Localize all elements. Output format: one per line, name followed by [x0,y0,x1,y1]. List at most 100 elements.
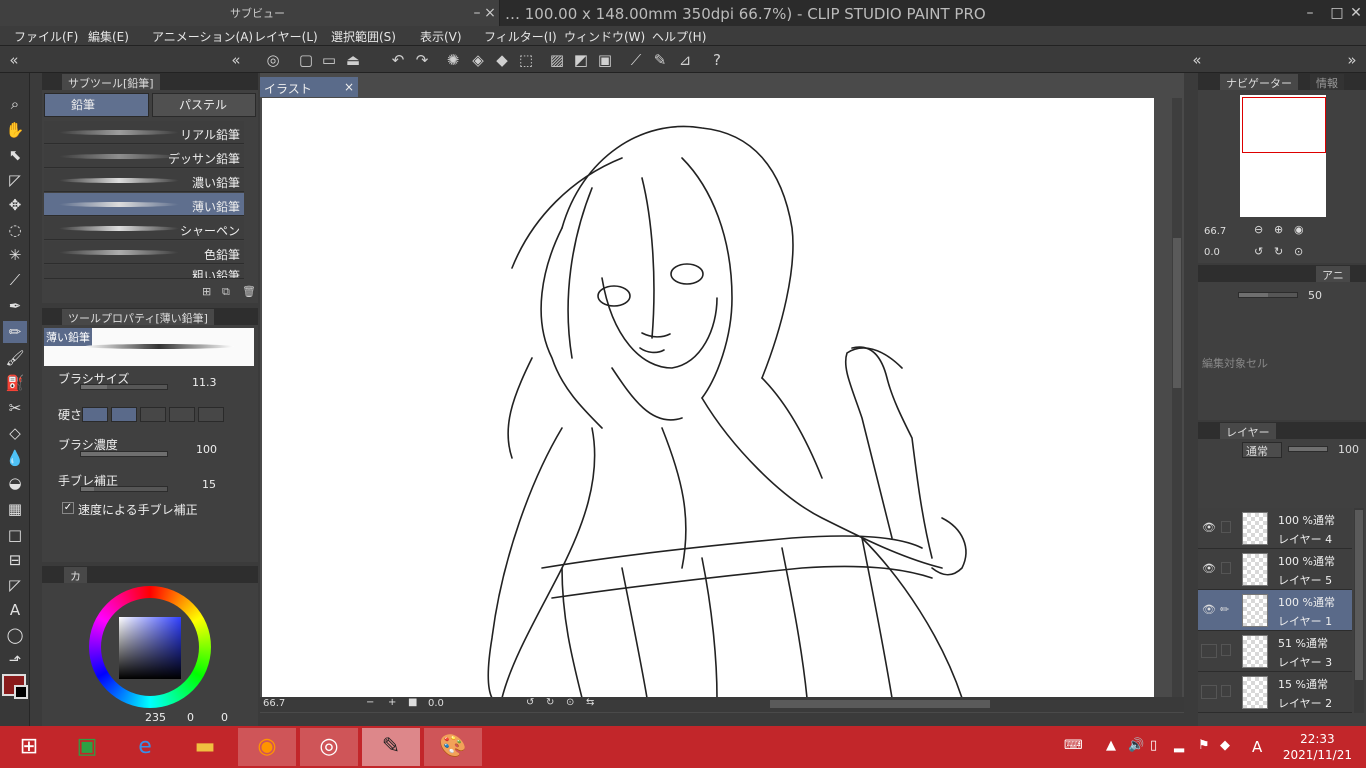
deselect-icon[interactable]: ▨ [547,50,567,70]
layerprop-opacity-value[interactable]: 50 [1308,289,1322,302]
zoom-out-icon[interactable]: − [366,697,374,708]
magic-wand-icon[interactable]: ✳ [3,244,27,266]
battery-icon[interactable]: ▯ [1150,738,1157,753]
nav-zoom-in-icon[interactable]: ⊕ [1274,223,1283,236]
menu-view[interactable]: 表示(V) [420,28,462,45]
ime-indicator[interactable]: A [1252,738,1262,756]
hardness-selector[interactable] [82,407,227,422]
category-pencil[interactable]: 鉛筆 [44,93,149,117]
brush-item[interactable]: シャーペン [44,217,244,240]
menu-help[interactable]: ヘルプ(H) [652,28,706,45]
firefox-icon[interactable]: ◉ [238,728,296,766]
sub-color-swatch[interactable] [14,685,28,699]
document-close-icon[interactable]: × [344,80,354,94]
nav-fit-icon[interactable]: ◉ [1294,223,1304,236]
help-icon[interactable]: ? [707,50,727,70]
menu-layer[interactable]: レイヤー(L) [254,28,318,45]
ruler-tool-icon[interactable]: ◸ [3,574,27,596]
animation-tab[interactable]: アニ [1316,266,1350,282]
layer-row[interactable]: 👁 100 %通常 レイヤー 4 [1198,508,1352,549]
new-file-icon[interactable]: ▢ [296,50,316,70]
nav-zoom-out-icon[interactable]: ⊖ [1254,223,1263,236]
collapse-left-icon[interactable]: « [4,50,24,70]
explorer-icon[interactable]: ▬ [176,728,234,766]
lasso-icon[interactable]: ◌ [3,219,27,241]
clip-studio-icon[interactable]: ◎ [263,50,283,70]
fill-icon[interactable]: ◆ [492,50,512,70]
text-tool-icon[interactable]: A [3,599,27,621]
subview-window[interactable]: サブビュー – × [0,0,500,26]
collapse-right-icon[interactable]: « [1187,50,1207,70]
subtool-copy-icon[interactable]: ⧉ [222,285,230,299]
visibility-box[interactable] [1201,685,1217,699]
blend-icon[interactable]: 💧 [3,447,27,469]
subtool-add-icon[interactable]: ⊞ [202,285,211,298]
paint-app-icon[interactable]: 🎨 [424,728,482,766]
save-icon[interactable]: ⏏ [343,50,363,70]
menu-window[interactable]: ウィンドウ(W) [564,28,645,45]
layerprop-opacity-slider[interactable] [1238,292,1298,298]
move-icon[interactable]: ✥ [3,194,27,216]
nav-rotate-left-icon[interactable]: ↺ [1254,245,1263,258]
visibility-eye-icon[interactable]: 👁 [1201,603,1217,617]
ruler-icon[interactable]: ⟋ [626,50,646,70]
selection-border-icon[interactable]: ▣ [595,50,615,70]
gradient-icon[interactable]: ▦ [3,498,27,520]
vertical-scrollbar[interactable] [1172,98,1182,698]
collapse-icon[interactable]: « [226,50,246,70]
density-value[interactable]: 100 [196,443,217,456]
navigator-preview[interactable] [1240,95,1326,217]
pencil-tool-icon[interactable]: ✏ [3,321,27,343]
minimize-icon[interactable]: – [1300,3,1320,23]
expand-right-icon[interactable]: » [1342,50,1362,70]
layer-opacity-value[interactable]: 100 [1338,443,1359,456]
brush-item[interactable]: 色鉛筆 [44,241,244,264]
menu-filter[interactable]: フィルター(I) [484,28,557,45]
clip-studio-launcher-icon[interactable]: ◎ [300,728,358,766]
invert-selection-icon[interactable]: ◩ [571,50,591,70]
menu-animation[interactable]: アニメーション(A) [152,28,253,45]
menu-edit[interactable]: 編集(E) [88,28,129,45]
navigator-zoom-value[interactable]: 66.7 [1204,226,1226,237]
rotate-left-icon[interactable]: ↺ [526,697,534,708]
brush-tool-icon[interactable]: 🖌 [3,347,27,369]
document-tab[interactable]: イラスト × [260,77,358,97]
redo-icon[interactable]: ↷ [412,50,432,70]
flip-icon[interactable]: ⇆ [586,697,594,708]
nav-reset-icon[interactable]: ⊙ [1294,245,1303,258]
subview-close-icon[interactable]: × [480,3,500,23]
angle-readout[interactable]: 0.0 [428,698,444,709]
rotate-right-icon[interactable]: ↻ [546,697,554,708]
subtool-tab[interactable]: サブツール[鉛筆] [62,74,160,90]
speed-checkbox[interactable]: ✓ [62,502,74,514]
visibility-eye-icon[interactable]: 👁 [1201,521,1217,535]
horizontal-scrollbar[interactable] [770,700,990,708]
figure-icon[interactable]: □ [3,524,27,546]
snap-icon[interactable]: ✎ [650,50,670,70]
category-pastel[interactable]: パステル [152,93,256,117]
clear-icon[interactable]: ◈ [468,50,488,70]
layer-scrollbar[interactable] [1354,508,1364,713]
brush-item-selected[interactable]: 薄い鉛筆 [44,193,244,216]
pen-tool-icon[interactable]: ✒ [3,295,27,317]
fit-icon[interactable]: ■ [408,697,417,708]
info-tab[interactable]: 情報 [1310,74,1344,90]
eyedropper-icon[interactable]: ⟋ [3,269,27,291]
visibility-box[interactable] [1201,644,1217,658]
navigator-viewport-rect[interactable] [1242,97,1326,153]
stabilization-value[interactable]: 15 [202,478,216,491]
density-slider[interactable] [80,451,168,457]
navigator-tab[interactable]: ナビゲーター [1220,74,1298,90]
brush-item[interactable]: 粗い鉛筆 [44,265,244,279]
subtool-delete-icon[interactable]: 🗑 [242,285,256,298]
frame-icon[interactable]: ⊟ [3,549,27,571]
menu-selection[interactable]: 選択範囲(S) [331,28,396,45]
drawing-canvas[interactable] [262,98,1154,698]
brush-item[interactable]: 濃い鉛筆 [44,169,244,192]
start-icon[interactable]: ⊞ [0,728,58,766]
operation-tool-icon[interactable]: ⬉ [3,144,27,166]
snap-grid-icon[interactable]: ⊿ [675,50,695,70]
tray-app-icon[interactable]: ◆ [1220,738,1230,753]
visibility-eye-icon[interactable]: 👁 [1201,562,1217,576]
blend-mode-select[interactable]: 通常 [1242,442,1282,458]
